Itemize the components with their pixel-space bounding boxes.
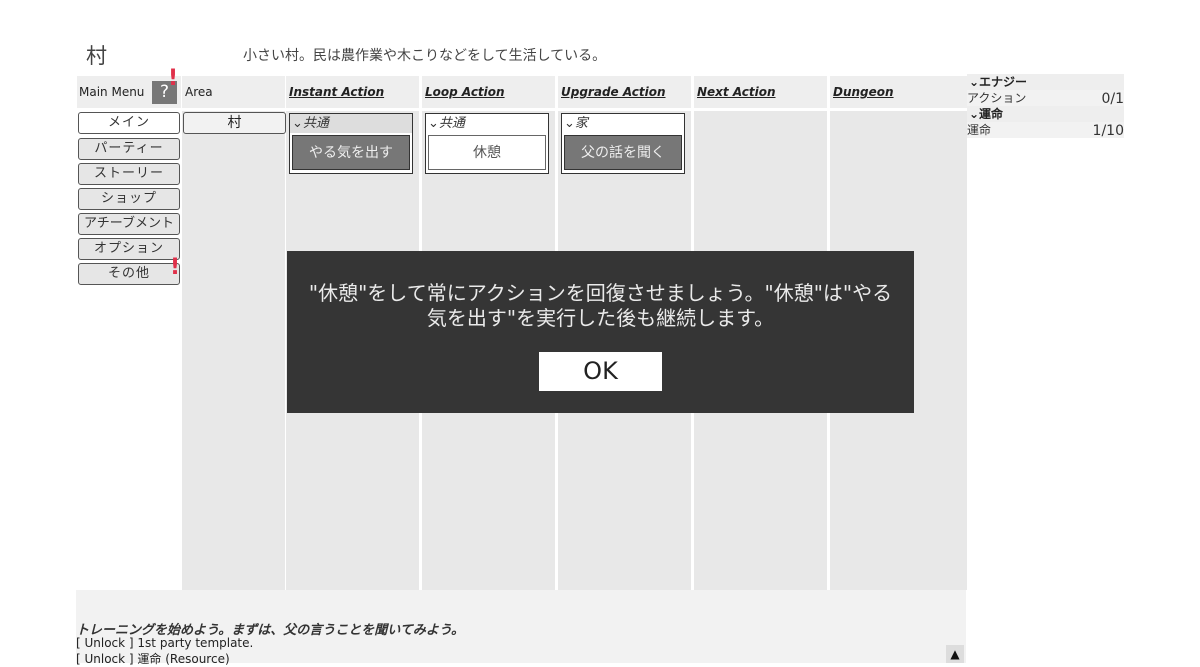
area-title: 村 [86,44,107,68]
area-header: Area [182,76,285,108]
group-collapse-toggle[interactable]: ⌄共通 [426,114,548,133]
fate-value: 1/10 [1092,123,1124,139]
log-message: [ Unlock ] 運命 (Resource) [76,652,230,666]
upgrade-action-header[interactable]: Upgrade Action [558,76,691,108]
energy-label: アクション [967,91,1027,105]
instant-action-header[interactable]: Instant Action [286,76,419,108]
menu-story-button[interactable]: ストーリー [78,163,180,185]
energy-value: 0/1 [1101,91,1124,107]
menu-shop-button[interactable]: ショップ [78,188,180,210]
tab-loop-action[interactable]: Loop Action [422,85,505,99]
other-alert-icon: ! [170,255,181,280]
main-menu-label: Main Menu [79,85,145,99]
menu-main-button[interactable]: メイン [78,112,180,134]
next-action-header[interactable]: Next Action [694,76,827,108]
tab-next-action[interactable]: Next Action [694,85,776,99]
menu-achievement-button[interactable]: アチーブメント [78,213,180,235]
energy-row: アクション 0/1 [967,90,1124,107]
log-message: [ Unlock ] 1st party template. [76,636,254,650]
message-log: トレーニングを始めよう。まずは、父の言うことを聞いてみよう。 [ Unlock … [76,590,966,666]
area-column [182,111,285,590]
scroll-up-icon[interactable]: ▲ [946,645,964,663]
area-header-label: Area [185,85,213,99]
fate-section-toggle[interactable]: ⌄運命 [967,106,1124,122]
tutorial-dialog: "休憩"をして常にアクションを回復させましょう。"休憩"は"やる気を出す"を実行… [287,251,914,413]
fate-label: 運命 [967,123,992,137]
menu-option-button[interactable]: オプション [78,238,180,260]
menu-other-button[interactable]: その他 [78,263,180,285]
group-collapse-toggle[interactable]: ⌄共通 [290,114,412,133]
loop-action-group: ⌄共通 休憩 [425,113,549,174]
dungeon-header[interactable]: Dungeon [830,76,967,108]
area-description: 小さい村。民は農作業や木こりなどをして生活している。 [243,48,607,64]
loop-action-header[interactable]: Loop Action [422,76,555,108]
menu-party-button[interactable]: パーティー [78,138,180,160]
motivate-action-button[interactable]: やる気を出す [292,135,410,170]
fate-row: 運命 1/10 [967,122,1124,139]
main-menu-header: Main Menu ? [77,76,181,108]
listen-father-action-button[interactable]: 父の話を聞く [564,135,682,170]
ok-button[interactable]: OK [539,352,662,391]
help-alert-icon: ! [168,66,179,91]
dialog-message: "休憩"をして常にアクションを回復させましょう。"休憩"は"やる気を出す"を実行… [308,281,893,330]
energy-section-toggle[interactable]: ⌄エナジー [967,74,1124,90]
tab-dungeon[interactable]: Dungeon [830,85,894,99]
tab-instant-action[interactable]: Instant Action [286,85,384,99]
upgrade-action-group: ⌄家 父の話を聞く [561,113,685,174]
resource-panel: ⌄エナジー アクション 0/1 ⌄運命 運命 1/10 [967,74,1124,139]
instant-action-group: ⌄共通 やる気を出す [289,113,413,174]
tab-upgrade-action[interactable]: Upgrade Action [558,85,666,99]
group-collapse-toggle[interactable]: ⌄家 [562,114,684,133]
area-village-button[interactable]: 村 [183,112,286,134]
rest-action-button[interactable]: 休憩 [428,135,546,170]
